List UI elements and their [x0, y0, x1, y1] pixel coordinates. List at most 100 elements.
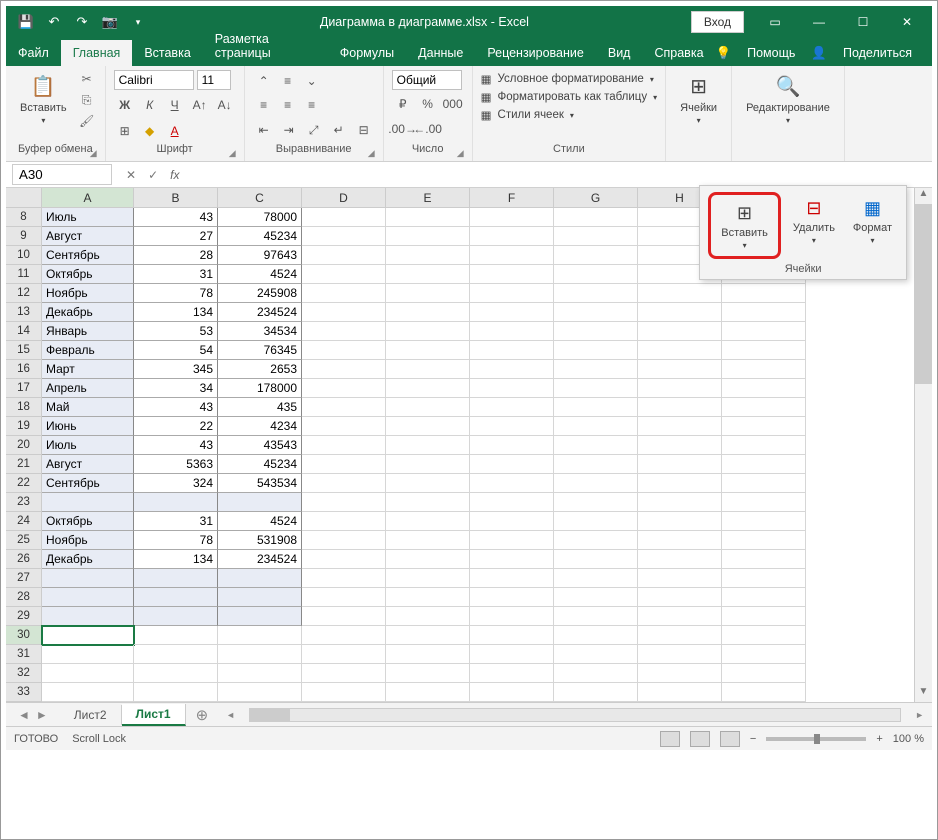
- cell[interactable]: [470, 626, 554, 645]
- cell[interactable]: [386, 227, 470, 246]
- cell[interactable]: [386, 265, 470, 284]
- cell[interactable]: [638, 398, 722, 417]
- cell[interactable]: [470, 474, 554, 493]
- cell[interactable]: [638, 664, 722, 683]
- cell[interactable]: [638, 455, 722, 474]
- number-format-select[interactable]: [392, 70, 462, 90]
- cell[interactable]: [386, 398, 470, 417]
- cell[interactable]: [218, 588, 302, 607]
- cell[interactable]: [470, 303, 554, 322]
- row-header[interactable]: 27: [6, 569, 42, 588]
- cell[interactable]: [554, 569, 638, 588]
- tell-me[interactable]: Помощь: [735, 40, 807, 66]
- merge-icon[interactable]: ⊟: [353, 119, 375, 141]
- cell[interactable]: Ноябрь: [42, 284, 134, 303]
- row-header[interactable]: 20: [6, 436, 42, 455]
- login-button[interactable]: Вход: [691, 11, 744, 33]
- cell[interactable]: [638, 360, 722, 379]
- cell[interactable]: [386, 436, 470, 455]
- cell[interactable]: [386, 303, 470, 322]
- cell[interactable]: 22: [134, 417, 218, 436]
- undo-icon[interactable]: ↶: [44, 12, 64, 32]
- cell[interactable]: 4234: [218, 417, 302, 436]
- row-header[interactable]: 28: [6, 588, 42, 607]
- font-name-select[interactable]: [114, 70, 194, 90]
- sheet-nav-prev-icon[interactable]: ◄: [18, 708, 30, 722]
- cell[interactable]: [470, 664, 554, 683]
- cell[interactable]: [302, 645, 386, 664]
- view-page-break-icon[interactable]: [720, 731, 740, 747]
- cell[interactable]: [386, 246, 470, 265]
- column-header-C[interactable]: C: [218, 188, 302, 208]
- cell[interactable]: [386, 531, 470, 550]
- cell[interactable]: [722, 303, 806, 322]
- row-header[interactable]: 12: [6, 284, 42, 303]
- cell[interactable]: [386, 455, 470, 474]
- cell[interactable]: 4524: [218, 265, 302, 284]
- cell[interactable]: Февраль: [42, 341, 134, 360]
- tab-formulas[interactable]: Формулы: [328, 40, 406, 66]
- cell[interactable]: [386, 683, 470, 702]
- cell[interactable]: [722, 284, 806, 303]
- cell[interactable]: [218, 569, 302, 588]
- cell[interactable]: [470, 588, 554, 607]
- paste-button[interactable]: 📋 Вставить ▾: [14, 70, 73, 127]
- tab-view[interactable]: Вид: [596, 40, 643, 66]
- cell[interactable]: [554, 531, 638, 550]
- cell[interactable]: [554, 398, 638, 417]
- cells-button[interactable]: ⊞ Ячейки ▾: [674, 70, 723, 127]
- row-header[interactable]: 8: [6, 208, 42, 227]
- cell[interactable]: [302, 531, 386, 550]
- cell[interactable]: [302, 569, 386, 588]
- cell[interactable]: [470, 531, 554, 550]
- cell[interactable]: [302, 246, 386, 265]
- cell[interactable]: [134, 683, 218, 702]
- close-button[interactable]: ✕: [886, 8, 928, 36]
- cell[interactable]: [554, 664, 638, 683]
- cell[interactable]: [638, 512, 722, 531]
- cell[interactable]: [218, 664, 302, 683]
- cell[interactable]: [722, 360, 806, 379]
- vertical-scrollbar[interactable]: ▲ ▼: [914, 188, 932, 702]
- cell[interactable]: [722, 493, 806, 512]
- cell[interactable]: [386, 512, 470, 531]
- cell[interactable]: [638, 626, 722, 645]
- cell[interactable]: [554, 607, 638, 626]
- cell[interactable]: [638, 303, 722, 322]
- cell[interactable]: [386, 360, 470, 379]
- cell[interactable]: [470, 227, 554, 246]
- cell[interactable]: Июль: [42, 436, 134, 455]
- row-header[interactable]: 10: [6, 246, 42, 265]
- cell[interactable]: 234524: [218, 303, 302, 322]
- cell[interactable]: Октябрь: [42, 265, 134, 284]
- row-header[interactable]: 16: [6, 360, 42, 379]
- name-box[interactable]: [12, 164, 112, 185]
- cell[interactable]: [470, 379, 554, 398]
- cell[interactable]: [302, 626, 386, 645]
- cell[interactable]: [470, 569, 554, 588]
- cell[interactable]: Декабрь: [42, 550, 134, 569]
- decrease-indent-icon[interactable]: ⇤: [253, 119, 275, 141]
- cell[interactable]: Апрель: [42, 379, 134, 398]
- cell[interactable]: [42, 626, 134, 645]
- borders-icon[interactable]: ⊞: [114, 120, 136, 142]
- tab-review[interactable]: Рецензирование: [475, 40, 596, 66]
- cell[interactable]: [722, 588, 806, 607]
- cell[interactable]: [722, 417, 806, 436]
- cell[interactable]: Июль: [42, 208, 134, 227]
- cell[interactable]: [470, 607, 554, 626]
- cell[interactable]: [470, 512, 554, 531]
- alignment-launcher-icon[interactable]: ◢: [368, 148, 375, 159]
- cell[interactable]: 134: [134, 550, 218, 569]
- cell[interactable]: [42, 607, 134, 626]
- cell[interactable]: [302, 379, 386, 398]
- orientation-icon[interactable]: ⤢: [303, 119, 325, 141]
- cell[interactable]: [554, 208, 638, 227]
- font-size-select[interactable]: [197, 70, 231, 90]
- column-header-A[interactable]: A: [42, 188, 134, 208]
- row-header[interactable]: 22: [6, 474, 42, 493]
- cell[interactable]: [638, 284, 722, 303]
- conditional-formatting-button[interactable]: ▦Условное форматирование▾: [481, 70, 658, 88]
- column-header-G[interactable]: G: [554, 188, 638, 208]
- cell[interactable]: [134, 607, 218, 626]
